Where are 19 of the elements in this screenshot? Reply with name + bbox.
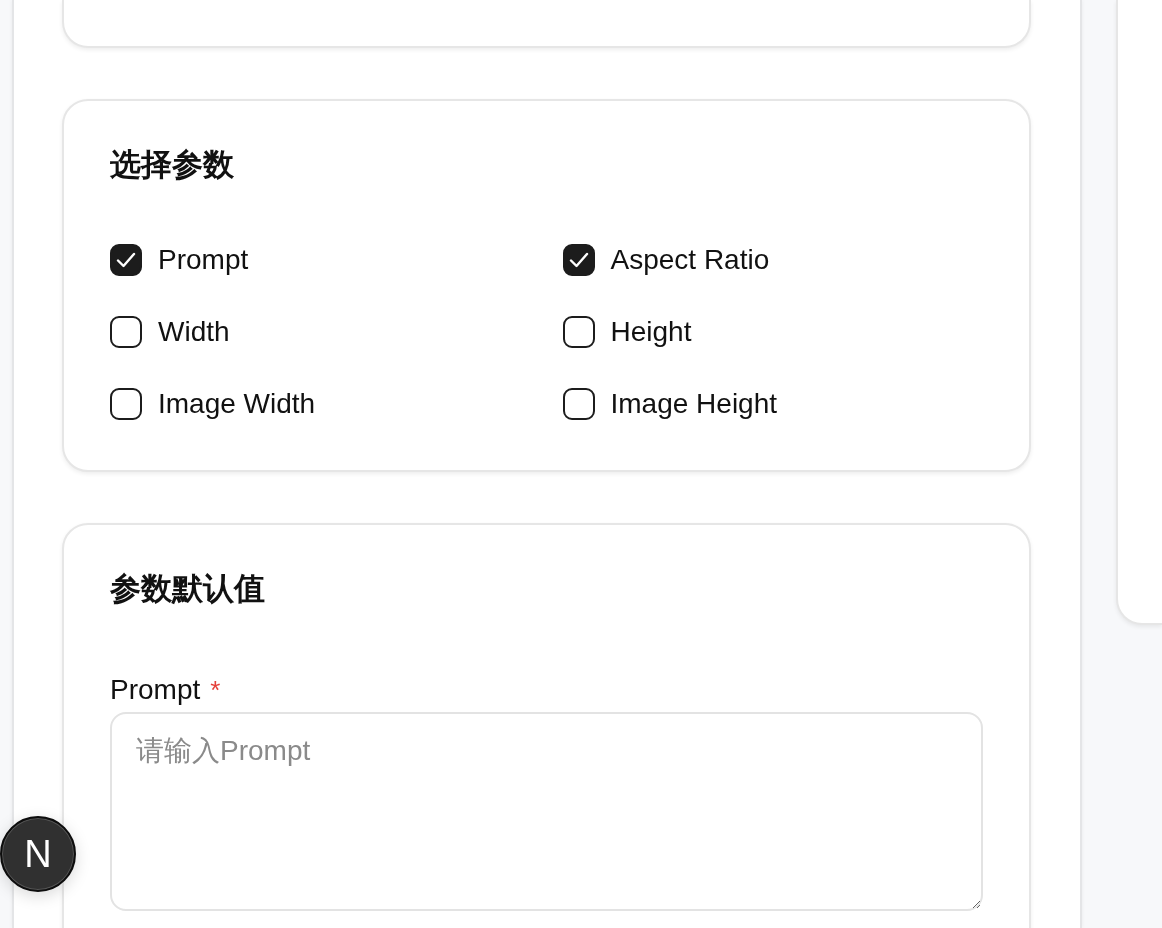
checkbox-label: Aspect Ratio <box>610 243 770 277</box>
checkbox-label: Image Height <box>610 387 778 421</box>
checkbox-label: Height <box>610 315 692 349</box>
checkbox[interactable] <box>110 316 142 348</box>
checkbox-label: Width <box>158 315 230 349</box>
section-title: 选择参数 <box>110 147 235 183</box>
required-asterisk: * <box>210 674 221 707</box>
checkbox-label: Image Width <box>158 387 316 421</box>
checkbox[interactable] <box>110 388 142 420</box>
section-title: 参数默认值 <box>110 571 266 607</box>
check-icon <box>116 252 136 268</box>
checkbox-label: Prompt <box>158 243 249 277</box>
checkbox[interactable] <box>562 388 595 420</box>
check-icon <box>568 252 589 268</box>
text-area[interactable]: 请输入Prompt <box>110 712 983 911</box>
field-label: Prompt <box>110 673 201 707</box>
checkbox[interactable] <box>562 316 595 348</box>
checkbox[interactable] <box>110 244 142 276</box>
checkbox[interactable] <box>562 244 595 276</box>
